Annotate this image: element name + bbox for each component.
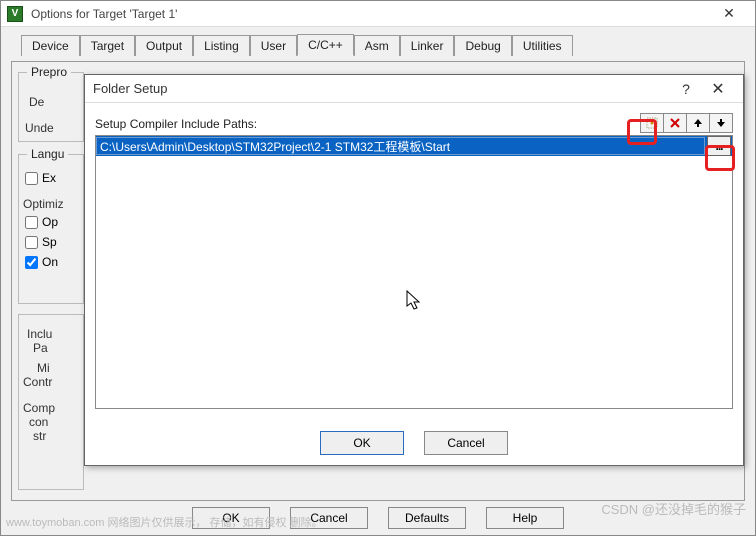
group-language: Langu [27, 147, 68, 161]
folder-setup-dialog: Folder Setup ? ✕ Setup Compiler Include … [84, 74, 744, 466]
help-icon[interactable]: ? [671, 81, 701, 97]
label-compiler: Comp [23, 401, 55, 415]
move-up-button[interactable] [686, 113, 710, 133]
include-paths-label: Setup Compiler Include Paths: [95, 117, 641, 131]
label-controls: Contr [23, 375, 52, 389]
chk-op[interactable] [25, 216, 38, 229]
label-paths: Pa [33, 341, 48, 355]
chk-on[interactable] [25, 256, 38, 269]
label-include: Inclu [27, 327, 52, 341]
label-sp: Sp [42, 235, 57, 249]
path-input[interactable] [96, 137, 705, 155]
path-row-selected[interactable]: ... [96, 136, 732, 156]
defaults-button[interactable]: Defaults [388, 507, 466, 529]
watermark-left: www.toymoban.com 网络图片仅供展示， 存储，如有侵权 删除。 [6, 514, 323, 530]
chk-ex[interactable] [25, 172, 38, 185]
label-define: De [29, 95, 44, 109]
new-icon [646, 117, 658, 129]
close-icon[interactable]: ✕ [709, 1, 749, 27]
label-control2: con [29, 415, 48, 429]
browse-button[interactable]: ... [707, 136, 731, 156]
help-button[interactable]: Help [486, 507, 564, 529]
paths-listbox[interactable]: ... [95, 135, 733, 409]
tab-strip: Device Target Output Listing User C/C++ … [1, 27, 755, 55]
label-string: str [33, 429, 46, 443]
tab-linker[interactable]: Linker [400, 35, 455, 56]
delete-path-button[interactable] [663, 113, 687, 133]
ellipsis-icon: ... [715, 139, 722, 153]
label-op: Op [42, 215, 58, 229]
dialog-button-row: OK Cancel [85, 431, 743, 455]
tab-target[interactable]: Target [80, 35, 135, 56]
tab-user[interactable]: User [250, 35, 297, 56]
cancel-button[interactable]: Cancel [424, 431, 508, 455]
label-undefine: Unde [25, 121, 54, 135]
titlebar: V Options for Target 'Target 1' ✕ [1, 1, 755, 27]
path-toolbar [641, 113, 733, 133]
watermark-right: CSDN @还没掉毛的猴子 [601, 499, 746, 518]
tab-utilities[interactable]: Utilities [512, 35, 573, 56]
label-optimize: Optimiz [23, 197, 64, 211]
tab-asm[interactable]: Asm [354, 35, 400, 56]
new-path-button[interactable] [640, 113, 664, 133]
window-title: Options for Target 'Target 1' [31, 7, 709, 21]
move-down-button[interactable] [709, 113, 733, 133]
group-prepro: Prepro [27, 65, 71, 79]
arrow-down-icon [715, 117, 727, 129]
tab-listing[interactable]: Listing [193, 35, 250, 56]
dialog-title: Folder Setup [93, 81, 671, 96]
label-ex: Ex [42, 171, 56, 185]
label-on: On [42, 255, 58, 269]
delete-icon [669, 117, 681, 129]
tab-device[interactable]: Device [21, 35, 80, 56]
left-column: Prepro De Unde Langu Ex Optimiz Op Sp On… [18, 68, 88, 494]
label-misc: Mi [37, 361, 50, 375]
ok-button[interactable]: OK [320, 431, 404, 455]
app-icon: V [7, 6, 23, 22]
tab-cpp[interactable]: C/C++ [297, 34, 354, 56]
tab-debug[interactable]: Debug [454, 35, 511, 56]
arrow-up-icon [692, 117, 704, 129]
dialog-titlebar: Folder Setup ? ✕ [85, 75, 743, 103]
dialog-body: Setup Compiler Include Paths: [85, 103, 743, 409]
tab-output[interactable]: Output [135, 35, 193, 56]
chk-sp[interactable] [25, 236, 38, 249]
close-icon[interactable]: ✕ [701, 79, 735, 99]
